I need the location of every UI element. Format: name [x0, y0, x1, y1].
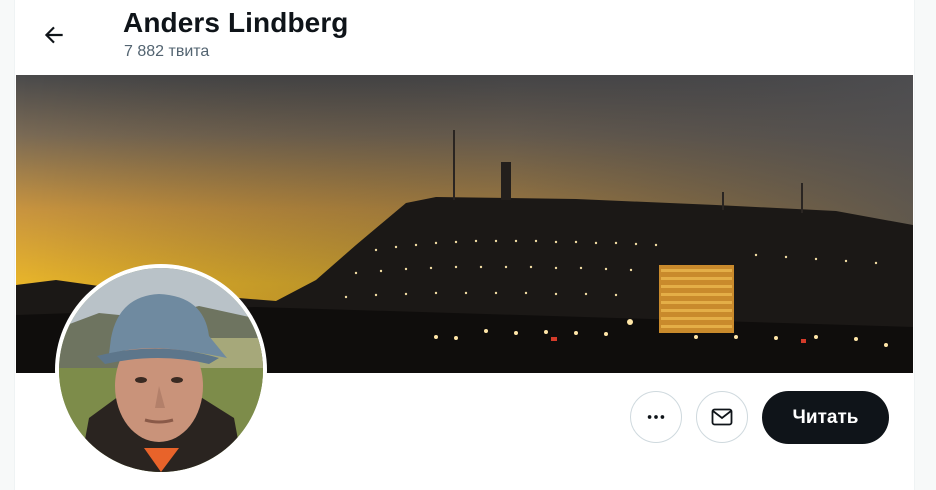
- avatar-photo: [59, 268, 263, 472]
- back-button[interactable]: [36, 17, 72, 53]
- envelope-icon: [711, 408, 733, 426]
- profile-column: Anders Lindberg 7 882 твита Читать: [14, 0, 915, 490]
- profile-avatar[interactable]: [55, 264, 267, 476]
- arrow-left-icon: [44, 26, 63, 44]
- profile-name-title: Anders Lindberg: [123, 7, 349, 38]
- message-button[interactable]: [696, 391, 748, 443]
- tweet-count: 7 882 твита: [124, 43, 210, 60]
- profile-header: Anders Lindberg 7 882 твита: [15, 0, 914, 75]
- avatar-portrait: [59, 268, 263, 472]
- more-options-button[interactable]: [630, 391, 682, 443]
- follow-button[interactable]: Читать: [762, 391, 889, 444]
- more-horizontal-icon: [647, 415, 665, 419]
